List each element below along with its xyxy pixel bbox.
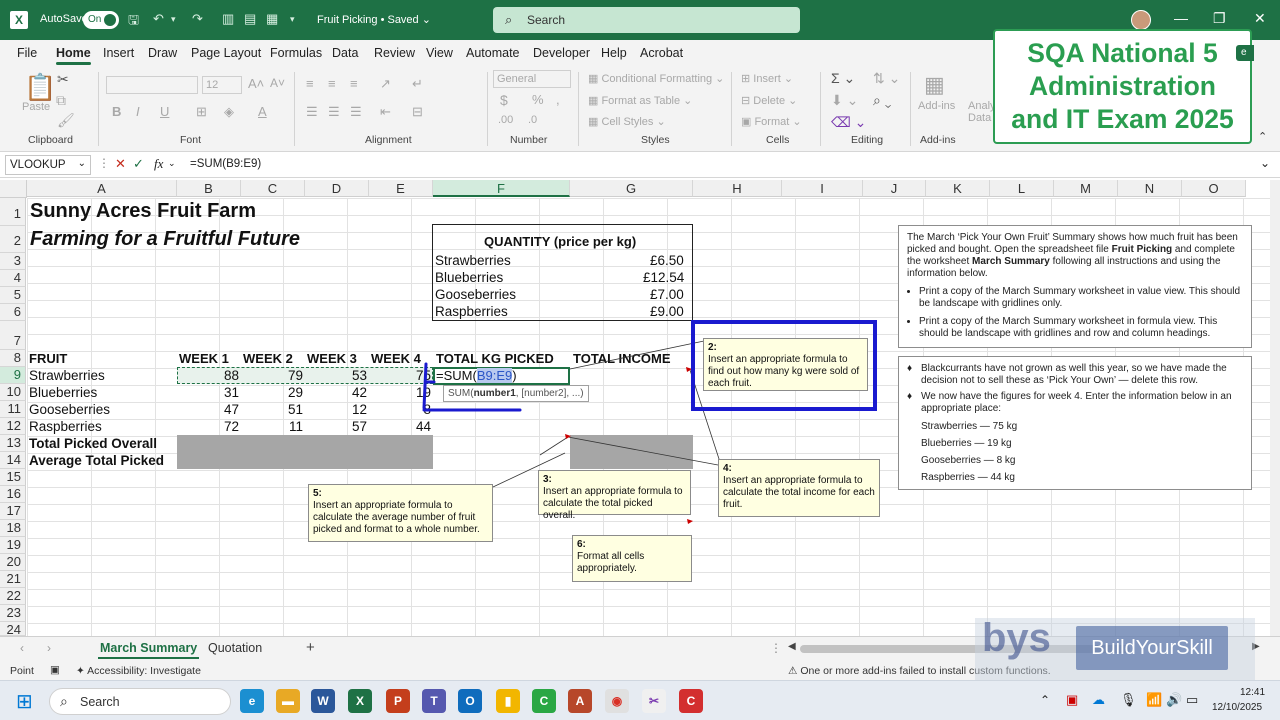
figure-item: Strawberries — 75 kg [921,421,1018,432]
status-mode: Point [10,665,34,677]
instructions-panel: The March ‘Pick Your Own Fruit’ Summary … [898,225,1252,348]
file-explorer-icon[interactable]: ▬ [276,689,300,713]
watermark-logo: bys [982,616,1051,660]
microphone-icon[interactable]: 🎙 [1120,692,1137,708]
diamond-bullet-icon: ♦ [907,363,913,374]
watermark-text: BuildYourSkill [1076,626,1228,670]
sticky-notes-icon[interactable]: ▮ [496,689,520,713]
excel-icon[interactable]: X [348,689,372,713]
note-4[interactable]: 4: Insert an appropriate formula to calcu… [718,459,880,517]
powerpoint-icon[interactable]: P [386,689,410,713]
red-app-icon[interactable]: C [679,689,703,713]
windows-start-icon[interactable]: ⊞ [16,689,33,714]
taskbar: ⊞ ⌕ Search e ▬ W X P T O ▮ C A ◉ ✂ C ⌃ ▣ … [0,680,1280,720]
note-6[interactable]: 6: Format all cells appropriately. [572,535,692,582]
instructions-bullet: Print a copy of the March Summary worksh… [919,316,1243,340]
tray-overflow-icon[interactable]: ⌃ [1040,693,1050,707]
taskbar-search[interactable]: ⌕ Search [49,688,231,715]
green-app-icon[interactable]: C [532,689,556,713]
edge-icon[interactable]: e [240,689,264,713]
note-2[interactable]: 2: Insert an appropriate formula to find … [703,338,868,391]
outlook-icon[interactable]: O [458,689,482,713]
prev-sheet-icon[interactable]: ‹ [20,641,24,655]
tasks-panel: ♦ Blackcurrants have not grown as well th… [898,356,1252,490]
clock-date[interactable]: 12/10/2025 [1212,702,1262,713]
instructions-intro: The March ‘Pick Your Own Fruit’ Summary … [907,232,1238,279]
macro-record-icon[interactable]: ▣ [50,664,60,676]
add-sheet-icon[interactable]: + [306,639,315,656]
snipping-tool-icon[interactable]: ✂ [642,689,666,713]
volume-icon[interactable]: 🔊 [1166,692,1182,708]
word-icon[interactable]: W [311,689,335,713]
access-icon[interactable]: A [568,689,592,713]
teams-icon[interactable]: T [422,689,446,713]
scroll-left-icon[interactable]: ◀ [788,641,796,652]
figure-item: Gooseberries — 8 kg [921,455,1016,466]
clock-time[interactable]: 12:41 [1240,687,1265,698]
note-3[interactable]: 3: Insert an appropriate formula to calcu… [538,470,691,521]
instructions-bullet: Print a copy of the March Summary worksh… [919,286,1243,310]
next-sheet-icon[interactable]: › [47,641,51,655]
chrome-icon[interactable]: ◉ [605,689,629,713]
tray-app-icon[interactable]: ▣ [1066,692,1078,708]
figure-item: Raspberries — 44 kg [921,472,1015,483]
wifi-icon[interactable]: 📶 [1146,692,1162,708]
battery-icon[interactable]: ▭ [1186,692,1198,708]
onedrive-icon[interactable]: ☁ [1092,692,1105,708]
search-icon: ⌕ [60,693,68,709]
figure-item: Blueberries — 19 kg [921,438,1012,449]
tabs-more-icon[interactable]: ⋮ [770,641,782,655]
diamond-bullet-icon: ♦ [907,391,913,402]
accessibility-status[interactable]: ✦ Accessibility: Investigate [76,665,201,677]
tab-march-summary[interactable]: March Summary [97,641,200,659]
note-5[interactable]: 5: Insert an appropriate formula to calcu… [308,484,493,542]
task-item: ♦ Blackcurrants have not grown as well th… [907,363,1227,386]
tab-quotation[interactable]: Quotation [208,641,262,655]
task-item: ♦ We now have the figures for week 4. Ent… [907,391,1232,414]
